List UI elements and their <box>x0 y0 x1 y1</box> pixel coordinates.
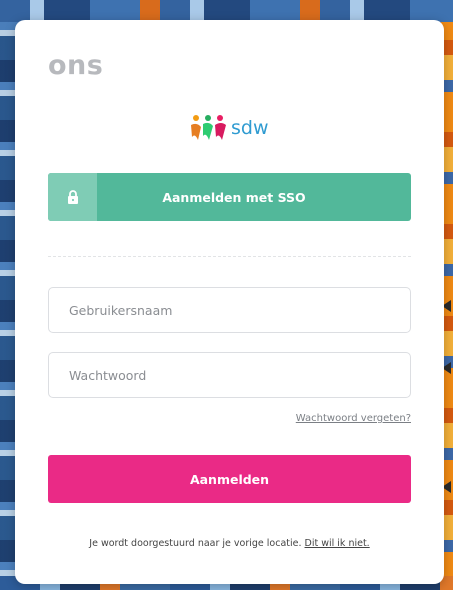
sso-login-button[interactable]: Aanmelden met SSO <box>48 173 411 221</box>
login-card: ons sdw Aanmelden met SSO Wachtwoord ver… <box>15 20 444 584</box>
lock-icon <box>67 189 78 204</box>
background-art <box>0 0 453 22</box>
divider <box>48 256 411 257</box>
redirect-notice: Je wordt doorgestuurd naar je vorige loc… <box>15 538 444 549</box>
partner-logo: sdw <box>189 108 299 148</box>
login-button[interactable]: Aanmelden <box>48 455 411 503</box>
partner-logo-text: sdw <box>231 117 269 139</box>
forgot-password-link[interactable]: Wachtwoord vergeten? <box>296 413 411 424</box>
redirect-opt-out-link[interactable]: Dit wil ik niet. <box>305 538 370 549</box>
password-input[interactable] <box>48 352 411 398</box>
ons-logo: ons <box>48 50 104 81</box>
partner-figures-icon <box>191 115 226 140</box>
sso-lock-area <box>48 173 97 221</box>
username-input[interactable] <box>48 287 411 333</box>
sso-login-label: Aanmelden met SSO <box>162 189 306 205</box>
redirect-message: Je wordt doorgestuurd naar je vorige loc… <box>89 538 302 549</box>
